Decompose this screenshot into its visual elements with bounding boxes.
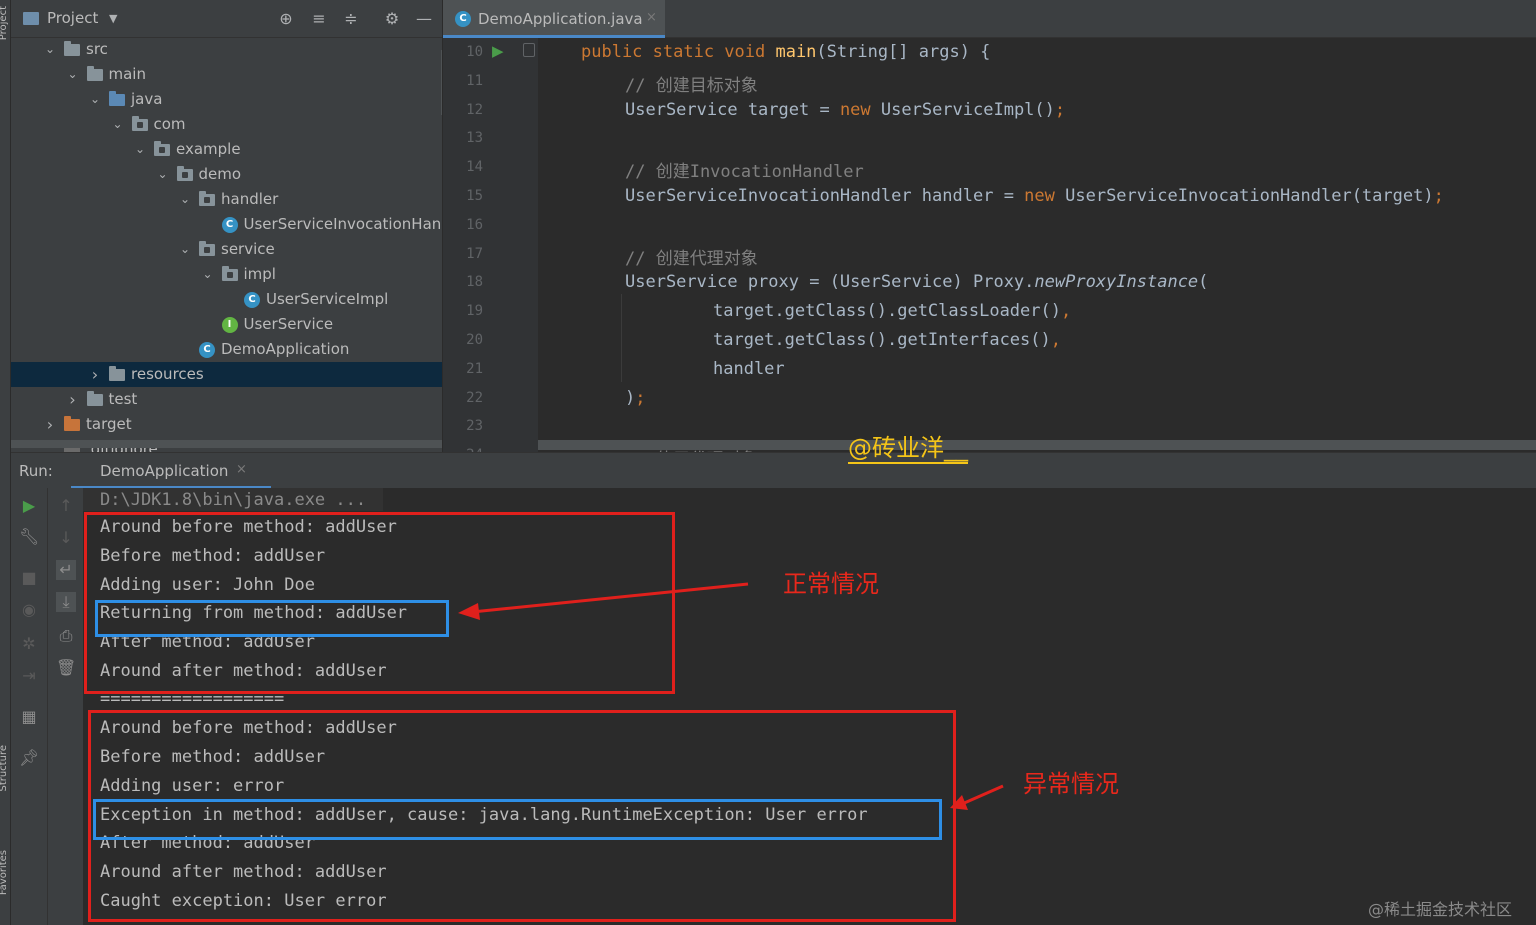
annotation-arrows (458, 582, 1004, 810)
exception-arrow-line (961, 784, 1004, 806)
site-watermark: @稀土掘金技术社区 (1368, 900, 1513, 919)
exception-case-label: 异常情况 (1023, 770, 1119, 798)
normal-case-label: 正常情况 (783, 570, 879, 598)
normal-arrow-line (471, 582, 749, 614)
author-watermark: @砖业洋__ (848, 434, 968, 464)
normal-arrow-head (458, 603, 480, 620)
